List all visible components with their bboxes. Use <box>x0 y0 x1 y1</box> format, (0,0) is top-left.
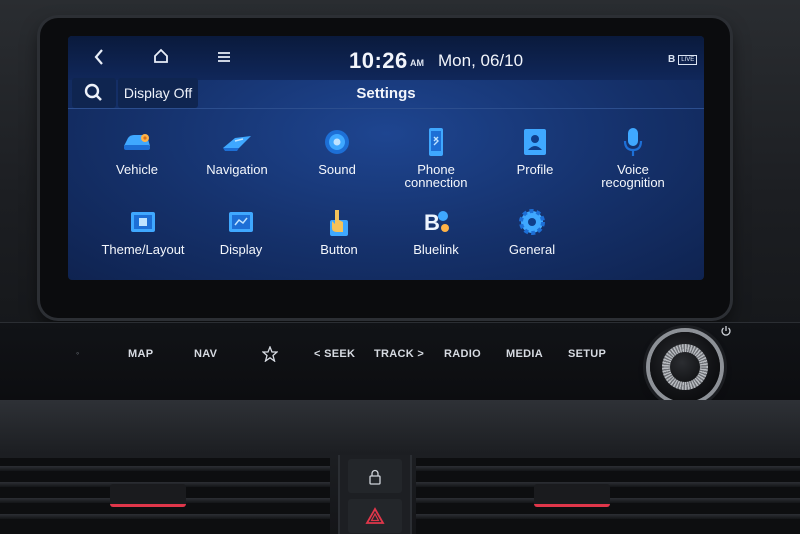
date-display: Mon, 06/10 <box>438 51 524 70</box>
setup-button[interactable]: SETUP <box>568 348 606 360</box>
home-icon[interactable] <box>150 48 172 68</box>
knob-grip <box>662 344 708 390</box>
tile-label-line2: connection <box>404 175 468 190</box>
vent-adjust-tab[interactable] <box>534 484 610 507</box>
media-button[interactable]: MEDIA <box>506 348 543 360</box>
clock-time: 10:26 <box>349 48 408 73</box>
tile-label: Navigation <box>206 162 268 177</box>
header-divider <box>68 108 704 109</box>
tile-bluelink[interactable]: B Bluelink <box>391 206 481 256</box>
left-air-vent <box>0 458 330 534</box>
lock-icon <box>369 470 381 485</box>
tile-sound[interactable]: Sound <box>292 126 382 176</box>
hazard-triangle-icon <box>365 506 385 524</box>
profile-card-icon <box>524 129 546 155</box>
bluelink-icon: B <box>424 210 449 235</box>
door-lock-button[interactable] <box>348 459 402 493</box>
clock-ampm: AM <box>410 58 424 68</box>
map-button[interactable]: MAP <box>128 348 153 360</box>
vent-slat <box>0 466 330 471</box>
tile-navigation[interactable]: Navigation <box>192 126 282 176</box>
favorite-button[interactable] <box>261 345 279 365</box>
page-title: Settings <box>356 85 416 102</box>
indicator-dot: ◦ <box>76 348 80 358</box>
tile-label: Display <box>219 242 263 257</box>
tile-label: Sound <box>318 162 356 177</box>
phone-icon <box>429 128 443 156</box>
nav-button[interactable]: NAV <box>194 348 217 360</box>
hazard-button[interactable] <box>348 499 402 533</box>
live-badge: LIVE <box>678 54 698 65</box>
navigation-icon <box>223 136 251 151</box>
button-press-icon <box>330 210 348 236</box>
tile-label: General <box>508 242 556 257</box>
volume-knob[interactable] <box>650 332 720 402</box>
chevron-left-icon[interactable] <box>88 48 110 68</box>
tile-label: Bluelink <box>413 242 459 257</box>
tile-phone-connection[interactable]: Phone connection <box>391 126 481 189</box>
infotainment-screen: 10:26 AM Mon, 06/10 B LIVE Display Off S… <box>68 36 704 280</box>
vent-adjust-tab[interactable] <box>110 484 186 507</box>
right-air-vent <box>416 458 800 534</box>
tile-theme-layout[interactable]: Theme/Layout <box>98 206 188 256</box>
tile-profile[interactable]: Profile <box>490 126 580 176</box>
vent-slat <box>0 514 330 519</box>
vehicle-icon <box>124 134 150 150</box>
seek-button[interactable]: < SEEK <box>314 348 355 360</box>
center-button-column <box>338 455 412 534</box>
tile-button[interactable]: Button <box>294 206 384 256</box>
power-icon <box>720 325 732 340</box>
tile-label: Theme/Layout <box>101 242 185 257</box>
svg-text:B: B <box>424 210 440 235</box>
track-button[interactable]: TRACK > <box>374 348 424 360</box>
knob-cap <box>670 352 700 382</box>
vent-slat <box>416 466 800 471</box>
tile-vehicle[interactable]: Vehicle <box>92 126 182 176</box>
tile-label-line2: recognition <box>601 175 665 190</box>
hamburger-menu-icon[interactable] <box>213 48 235 68</box>
speaker-icon <box>325 130 349 154</box>
display-icon <box>229 212 253 232</box>
star-icon <box>261 345 279 363</box>
microphone-icon <box>623 128 643 156</box>
radio-button[interactable]: RADIO <box>444 348 481 360</box>
tile-label: Button <box>320 242 358 257</box>
theme-icon <box>131 212 155 232</box>
tile-display[interactable]: Display <box>196 206 286 256</box>
tile-voice-recognition[interactable]: Voice recognition <box>588 126 678 189</box>
tile-label: Profile <box>516 162 554 177</box>
tile-general[interactable]: General <box>487 206 577 256</box>
vent-slat <box>416 514 800 519</box>
gear-icon <box>519 209 545 235</box>
status-icons: B LIVE <box>668 54 698 65</box>
bluetooth-status-icon: B <box>668 54 676 65</box>
tile-label: Vehicle <box>116 162 158 177</box>
